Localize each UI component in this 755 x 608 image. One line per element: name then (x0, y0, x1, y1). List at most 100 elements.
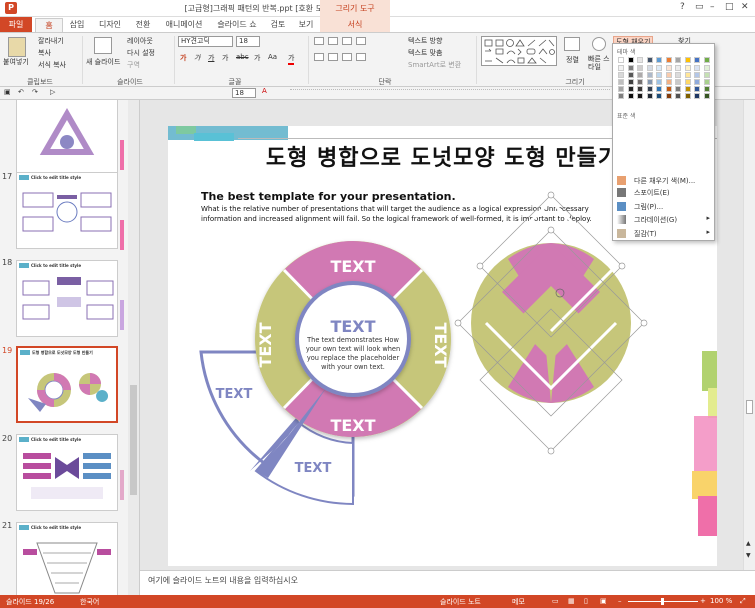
color-swatch[interactable] (684, 93, 691, 99)
strikethrough-button[interactable]: abc (236, 53, 249, 61)
slide-scrollbar[interactable]: ▲ ▼ (743, 100, 755, 570)
color-swatch[interactable] (675, 65, 681, 71)
color-swatch[interactable] (656, 65, 662, 71)
color-swatch[interactable] (703, 57, 710, 63)
paste-button[interactable]: 붙여넣기 (3, 57, 29, 67)
color-swatch[interactable] (694, 79, 700, 85)
text-direction-button[interactable]: 텍스트 방향 (408, 36, 442, 46)
close-button[interactable]: ✕ (741, 2, 749, 12)
zoom-out-icon[interactable]: – (618, 597, 622, 605)
color-swatch[interactable] (684, 86, 691, 92)
normal-view-icon[interactable]: ▭ (552, 597, 559, 605)
color-swatch[interactable] (646, 57, 653, 63)
zoom-slider-thumb[interactable] (661, 598, 664, 605)
color-swatch[interactable] (627, 57, 634, 63)
color-swatch[interactable] (646, 93, 653, 99)
next-slide-icon[interactable]: ▼ (746, 552, 751, 559)
slide-thumbnail-17[interactable]: Click to edit title style (16, 172, 118, 249)
thumbnails-scrollbar[interactable] (128, 100, 139, 595)
color-swatch[interactable] (618, 79, 624, 85)
cut-button[interactable]: 잘라내기 (38, 36, 64, 46)
new-slide-button[interactable]: 새 슬라이드 (86, 57, 120, 67)
color-swatch[interactable] (637, 79, 643, 85)
color-swatch[interactable] (675, 86, 681, 92)
font-size-select[interactable]: 18 (236, 36, 260, 47)
prev-slide-icon[interactable]: ▲ (746, 540, 751, 547)
color-swatch[interactable] (665, 86, 672, 92)
picture-fill-item[interactable]: 그림(P)... (615, 201, 713, 213)
color-swatch[interactable] (665, 65, 672, 71)
arrange-button[interactable]: 정렬 (566, 55, 579, 65)
underline-button[interactable]: 가 (208, 53, 214, 63)
zoom-level[interactable]: 100 % (710, 597, 732, 605)
fit-slide-icon[interactable]: ⤢ (740, 597, 746, 606)
color-swatch[interactable] (637, 72, 643, 78)
shapes-gallery[interactable] (481, 36, 557, 66)
format-painter-button[interactable]: 서식 복사 (38, 60, 66, 70)
color-swatch[interactable] (694, 57, 700, 63)
undo-icon[interactable]: ↶ (18, 88, 24, 96)
color-swatch[interactable] (703, 65, 710, 71)
color-swatch[interactable] (703, 79, 710, 85)
scrollbar-thumb[interactable] (130, 385, 137, 495)
color-swatch[interactable] (637, 86, 643, 92)
align-left-icon[interactable] (314, 53, 324, 61)
color-swatch[interactable] (665, 57, 672, 63)
comments-toggle[interactable]: 메모 (512, 597, 525, 607)
color-swatch[interactable] (694, 93, 700, 99)
change-case-button[interactable]: Aa (268, 53, 277, 61)
color-swatch[interactable] (656, 86, 662, 92)
texture-fill-item[interactable]: 질감(T) ▸ (615, 228, 713, 240)
color-swatch[interactable] (618, 57, 624, 63)
gradient-fill-item[interactable]: 그라데이션(G) ▸ (615, 214, 713, 226)
slide-thumbnail-19-selected[interactable]: 도형 병합으로 도넛모양 도형 만들기 (16, 346, 118, 423)
align-center-icon[interactable] (328, 53, 338, 61)
qat-font-color-icon[interactable]: A (262, 87, 267, 95)
notes-pane[interactable]: 여기에 슬라이드 노트의 내용을 입력하십시오 (140, 570, 755, 595)
slide-thumbnail-20[interactable]: Click to edit title style (16, 434, 118, 511)
color-swatch[interactable] (694, 65, 700, 71)
shadow-button[interactable]: 가 (222, 53, 228, 63)
slide-thumbnail-21[interactable]: Click to edit title style (16, 522, 118, 595)
color-swatch[interactable] (637, 93, 643, 99)
align-right-icon[interactable] (342, 53, 352, 61)
ribbon-display-icon[interactable]: ▭ (695, 2, 704, 12)
quick-styles-icon[interactable] (592, 37, 606, 51)
color-swatch[interactable] (694, 86, 700, 92)
color-swatch[interactable] (627, 72, 634, 78)
numbering-icon[interactable] (328, 37, 338, 45)
layout-button[interactable]: 레이아웃 (127, 36, 153, 46)
reset-button[interactable]: 다시 설정 (127, 48, 155, 58)
color-swatch[interactable] (656, 93, 662, 99)
color-swatch[interactable] (627, 86, 634, 92)
save-icon[interactable]: ▣ (4, 88, 11, 96)
color-swatch[interactable] (675, 57, 681, 63)
slideshow-icon[interactable]: ▷ (50, 88, 55, 96)
char-spacing-button[interactable]: 가 (254, 53, 260, 63)
color-swatch[interactable] (618, 72, 624, 78)
color-swatch[interactable] (675, 79, 681, 85)
notes-toggle[interactable]: 슬라이드 노트 (440, 597, 481, 607)
color-swatch[interactable] (703, 93, 710, 99)
decrease-indent-icon[interactable] (342, 37, 352, 45)
color-swatch[interactable] (665, 72, 672, 78)
redo-icon[interactable]: ↷ (32, 88, 38, 96)
color-swatch[interactable] (665, 79, 672, 85)
color-swatch[interactable] (675, 72, 681, 78)
language-indicator[interactable]: 한국어 (80, 597, 99, 607)
maximize-button[interactable]: □ (725, 2, 734, 12)
color-swatch[interactable] (618, 65, 624, 71)
color-swatch[interactable] (646, 79, 653, 85)
new-slide-icon[interactable] (94, 37, 112, 54)
tab-insert[interactable]: 삽입 (63, 18, 91, 32)
slide-sorter-icon[interactable]: ▦ (568, 597, 575, 605)
color-swatch[interactable] (684, 79, 691, 85)
color-swatch[interactable] (618, 86, 624, 92)
color-swatch[interactable] (618, 93, 624, 99)
color-swatch[interactable] (646, 86, 653, 92)
align-text-button[interactable]: 텍스트 맞춤 (408, 48, 442, 58)
scrollbar-thumb[interactable] (746, 400, 753, 414)
color-swatch[interactable] (646, 65, 653, 71)
justify-icon[interactable] (356, 53, 366, 61)
font-name-select[interactable]: HY견고딕 (178, 36, 233, 47)
